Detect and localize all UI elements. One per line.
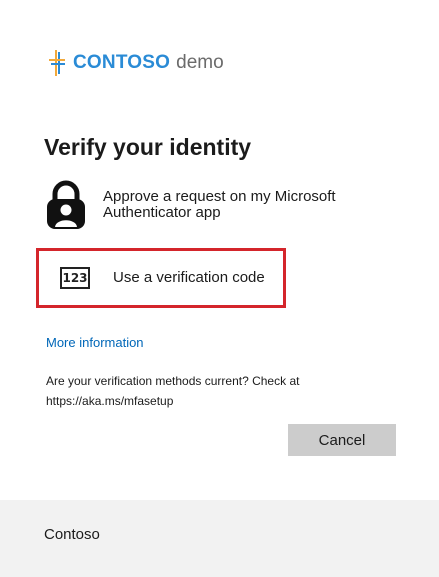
page-title: Verify your identity: [44, 134, 252, 160]
brand-name: CONTOSO: [73, 52, 171, 73]
option-icon-wrapper: 123: [53, 267, 97, 289]
brand-suffix: demo: [176, 52, 224, 73]
footer-org-name: Contoso: [44, 526, 100, 543]
authenticator-lock-icon: [47, 180, 85, 229]
option-verification-code[interactable]: 123 Use a verification code: [36, 248, 286, 308]
contoso-logo-icon: [49, 50, 65, 76]
verification-code-icon: 123: [60, 267, 90, 289]
contoso-logo: CONTOSO demo: [47, 49, 224, 77]
option-icon-wrapper: [44, 180, 88, 230]
option-verification-code-label: Use a verification code: [113, 269, 265, 286]
option-authenticator-app[interactable]: Approve a request on my Microsoft Authen…: [44, 180, 364, 230]
sign-in-card: CONTOSO demo Verify your identity Approv…: [0, 0, 439, 500]
more-information-link[interactable]: More information: [46, 335, 144, 350]
option-authenticator-label: Approve a request on my Microsoft Authen…: [103, 188, 336, 221]
mfa-setup-notice: Are your verification methods current? C…: [46, 374, 300, 408]
cancel-button[interactable]: Cancel: [288, 424, 396, 456]
footer: Contoso: [0, 500, 439, 577]
